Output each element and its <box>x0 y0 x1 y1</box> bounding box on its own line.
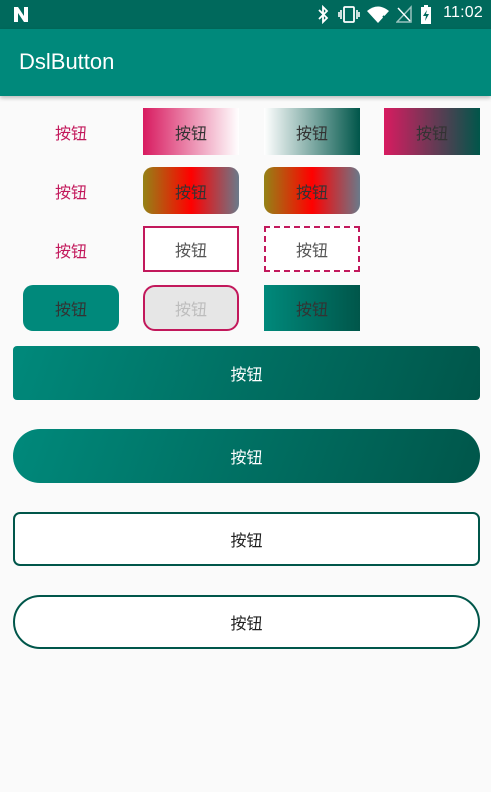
text-button[interactable]: 按钮 <box>23 226 119 273</box>
status-bar: 11:02 <box>0 0 491 29</box>
wide-pill-gradient-button[interactable]: 按钮 <box>13 429 480 483</box>
teal-rounded-button[interactable]: 按钮 <box>23 285 119 331</box>
no-signal-icon <box>396 5 412 23</box>
wifi-icon <box>367 6 390 23</box>
app-title: DslButton <box>19 49 115 74</box>
vibrate-icon <box>338 6 360 23</box>
gradient-pink-white-button[interactable]: 按钮 <box>143 108 239 155</box>
dashed-outline-button[interactable]: 按钮 <box>264 226 360 272</box>
gradient-teal-button[interactable]: 按钮 <box>264 285 360 331</box>
n-notification-icon <box>14 7 28 22</box>
outlined-pink-button[interactable]: 按钮 <box>143 226 239 272</box>
disabled-button[interactable]: 按钮 <box>143 285 239 331</box>
wide-pill-outlined-button[interactable]: 按钮 <box>13 595 480 649</box>
wide-gradient-button[interactable]: 按钮 <box>13 346 480 400</box>
wide-outlined-button[interactable]: 按钮 <box>13 512 480 566</box>
app-bar: DslButton <box>0 29 491 96</box>
gradient-olive-red-grey-button[interactable]: 按钮 <box>143 167 239 214</box>
text-button[interactable]: 按钮 <box>23 167 119 214</box>
gradient-pink-teal-button[interactable]: 按钮 <box>384 108 480 155</box>
gradient-olive-red-grey-button[interactable]: 按钮 <box>264 167 360 214</box>
gradient-white-teal-button[interactable]: 按钮 <box>264 108 360 155</box>
battery-charging-icon <box>421 5 431 24</box>
status-time: 11:02 <box>443 4 483 21</box>
text-button[interactable]: 按钮 <box>23 108 119 155</box>
bluetooth-icon <box>318 5 329 24</box>
